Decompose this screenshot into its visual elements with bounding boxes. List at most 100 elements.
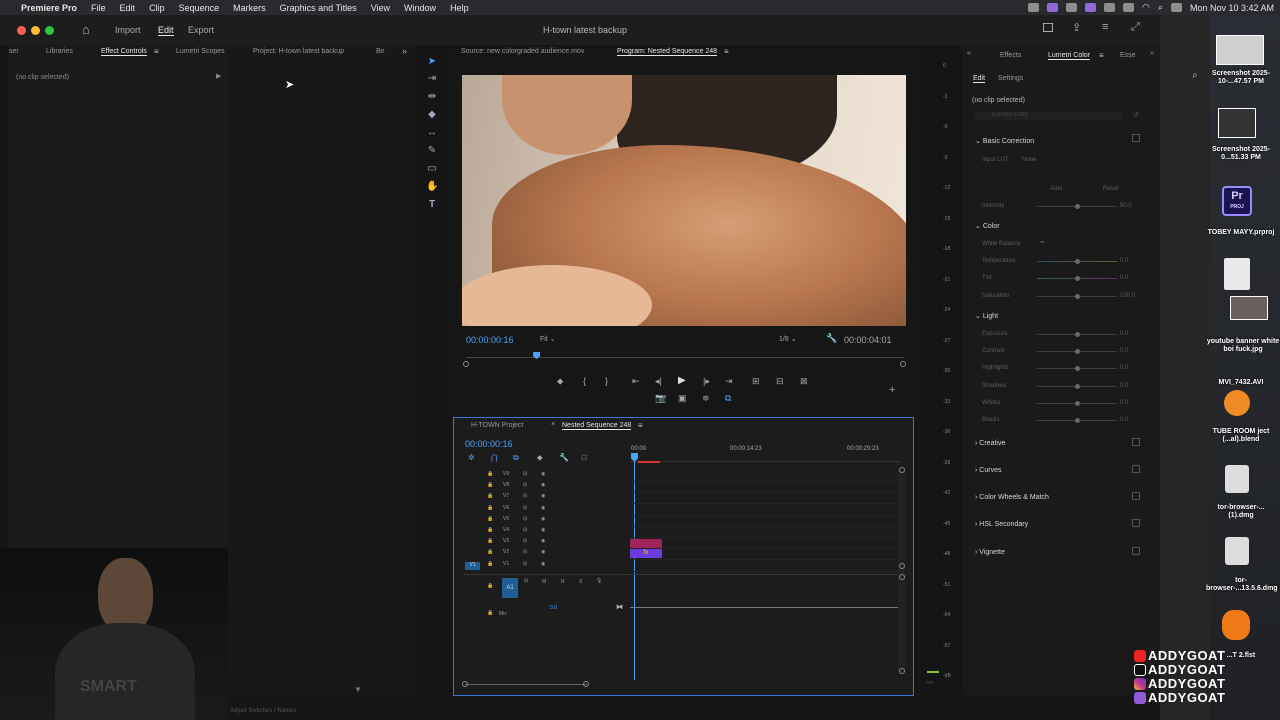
desktop-file-label[interactable]: TUBE ROOM ject (...al).blend xyxy=(1206,428,1276,444)
fullscreen-icon[interactable]: ⤢ xyxy=(1131,21,1140,34)
section-vignette[interactable]: › Vignette xyxy=(975,549,1005,556)
sync-lock-icon[interactable]: ⊟ xyxy=(523,527,527,533)
slider-knob[interactable] xyxy=(1075,332,1080,337)
export-frame-icon[interactable]: 📷 xyxy=(655,393,666,404)
zoom-handle-right[interactable] xyxy=(900,361,906,367)
close-window-button[interactable] xyxy=(17,26,26,35)
saturation-slider[interactable] xyxy=(1037,294,1117,299)
eye-icon[interactable]: ◉ xyxy=(541,516,545,522)
fit-dropdown[interactable]: Fit ⌄ xyxy=(540,335,556,343)
panel-menu-icon[interactable]: ≡ xyxy=(154,47,159,56)
sync-lock-icon[interactable]: ⊟ xyxy=(523,493,527,499)
overwrite-icon[interactable]: ⊟ xyxy=(776,376,784,387)
solo-meters-icon[interactable]: ○○ xyxy=(926,680,933,686)
section-enable-checkbox[interactable] xyxy=(1132,492,1140,500)
eye-icon[interactable]: ◉ xyxy=(541,549,545,555)
sync-lock-icon[interactable]: ⊟ xyxy=(523,549,527,555)
highlights-slider[interactable] xyxy=(1037,366,1117,372)
track-select-tool-icon[interactable]: ⇥ xyxy=(426,73,438,85)
track-lane[interactable] xyxy=(630,537,898,538)
workspace-edit[interactable]: Edit xyxy=(158,25,174,36)
desktop-file-label[interactable]: MVI_7432.AVI xyxy=(1206,379,1276,387)
sync-lock-icon[interactable]: ⊟ xyxy=(523,561,527,567)
track-lane[interactable] xyxy=(630,503,898,505)
adjustment-clip[interactable] xyxy=(630,539,662,548)
panel-overflow-icon[interactable]: « xyxy=(967,50,971,57)
razor-tool-icon[interactable]: ◆ xyxy=(426,109,438,121)
proxy-toggle-icon[interactable]: ⧉ xyxy=(725,393,731,404)
panel-tab-effect-controls[interactable]: Effect Controls xyxy=(101,48,147,56)
panel-tab-bin[interactable]: Bir xyxy=(376,48,385,55)
more-panels-icon[interactable]: » xyxy=(1150,50,1154,57)
track-lane[interactable] xyxy=(630,481,898,482)
saturation-value[interactable]: 100.0 xyxy=(1120,293,1135,299)
slider-knob[interactable] xyxy=(1075,276,1080,281)
lock-icon[interactable]: 🔒 xyxy=(487,538,493,544)
lumetri-menu-icon[interactable]: ≡ xyxy=(1099,51,1104,60)
scroll-handle[interactable] xyxy=(899,563,905,569)
section-enable-checkbox[interactable] xyxy=(1132,519,1140,527)
lock-icon[interactable]: 🔒 xyxy=(487,493,493,499)
section-basic-correction[interactable]: ⌄ Basic Correction xyxy=(975,137,1034,145)
timeline-ruler[interactable] xyxy=(630,461,900,462)
panel-tab-lumetri-scopes[interactable]: Lumetri Scopes xyxy=(176,48,225,55)
image-thumbnail[interactable] xyxy=(1230,296,1268,320)
more-panels-icon[interactable]: » xyxy=(402,46,407,56)
section-enable-checkbox[interactable] xyxy=(1132,547,1140,555)
go-to-end-icon[interactable]: ⧓ xyxy=(616,603,623,611)
marker-icon[interactable]: ⬥ xyxy=(537,453,543,463)
lock-icon[interactable]: 🔒 xyxy=(487,505,493,511)
slider-knob[interactable] xyxy=(1075,259,1080,264)
workspace-import[interactable]: Import xyxy=(115,25,141,35)
nest-icon[interactable]: ⧉ xyxy=(513,453,519,463)
exposure-slider[interactable] xyxy=(1037,332,1117,337)
auto-button[interactable]: Auto xyxy=(1050,186,1062,192)
track-lane[interactable] xyxy=(630,492,898,494)
insert-icon[interactable]: ⊞ xyxy=(752,376,760,387)
mute-button[interactable]: M xyxy=(542,579,546,585)
reset-effect-icon[interactable]: ↺ xyxy=(1133,111,1139,119)
timeline-tab-sequence[interactable]: Nested Sequence 248 xyxy=(562,422,632,430)
record-button[interactable]: R xyxy=(561,579,565,585)
sync-lock-icon[interactable]: ⊟ xyxy=(523,538,527,544)
horizontal-scrollbar[interactable] xyxy=(465,684,587,685)
lock-icon[interactable]: 🔒 xyxy=(487,527,493,533)
desktop-file-label[interactable]: Screenshot 2025-10-...47.57 PM xyxy=(1206,70,1276,86)
contrast-slider[interactable] xyxy=(1037,349,1117,355)
menu-clip[interactable]: Clip xyxy=(142,3,172,13)
menu-file[interactable]: File xyxy=(84,3,113,13)
menu-sequence[interactable]: Sequence xyxy=(172,3,227,13)
temperature-slider[interactable] xyxy=(1037,259,1117,264)
nested-clip[interactable]: fx xyxy=(630,549,662,558)
section-hsl-secondary[interactable]: › HSL Secondary xyxy=(975,521,1028,528)
tray-icon[interactable] xyxy=(1028,3,1040,12)
zoom-handle-left[interactable] xyxy=(463,361,469,367)
expand-arrow-icon[interactable]: ▶ xyxy=(216,72,221,80)
slider-knob[interactable] xyxy=(1075,204,1080,209)
clock[interactable]: Mon Nov 10 3:42 AM xyxy=(1190,3,1274,13)
tray-icon[interactable] xyxy=(1085,3,1097,12)
subtab-edit[interactable]: Edit xyxy=(973,75,986,83)
sync-lock-icon[interactable]: ⊟ xyxy=(523,505,527,511)
sync-lock-icon[interactable]: ⊟ xyxy=(523,516,527,522)
program-scrub-ruler[interactable] xyxy=(466,357,904,358)
file-icon[interactable] xyxy=(1224,258,1250,290)
track-lane[interactable] xyxy=(630,514,898,516)
shadows-value[interactable]: 0.0 xyxy=(1120,383,1128,389)
lift-icon[interactable]: ⊠ xyxy=(800,376,808,387)
go-to-in-icon[interactable]: ⇤ xyxy=(632,376,640,387)
scroll-handle[interactable] xyxy=(899,467,905,473)
blacks-value[interactable]: 0.0 xyxy=(1120,417,1128,423)
eye-icon[interactable]: ◉ xyxy=(541,493,545,499)
track-lane[interactable] xyxy=(630,559,898,561)
section-enable-checkbox[interactable] xyxy=(1132,134,1140,142)
mix-value[interactable]: 0.0 xyxy=(550,605,557,611)
subtab-settings[interactable]: Settings xyxy=(998,75,1023,82)
section-enable-checkbox[interactable] xyxy=(1132,465,1140,473)
step-back-icon[interactable]: ◂| xyxy=(655,376,662,387)
whites-value[interactable]: 0.0 xyxy=(1120,400,1128,406)
microphone-icon[interactable]: 🎙 xyxy=(596,578,602,584)
share-icon[interactable]: ⇪ xyxy=(1072,21,1081,34)
lock-icon[interactable]: 🔒 xyxy=(487,516,493,522)
eye-icon[interactable]: ◉ xyxy=(541,471,545,477)
